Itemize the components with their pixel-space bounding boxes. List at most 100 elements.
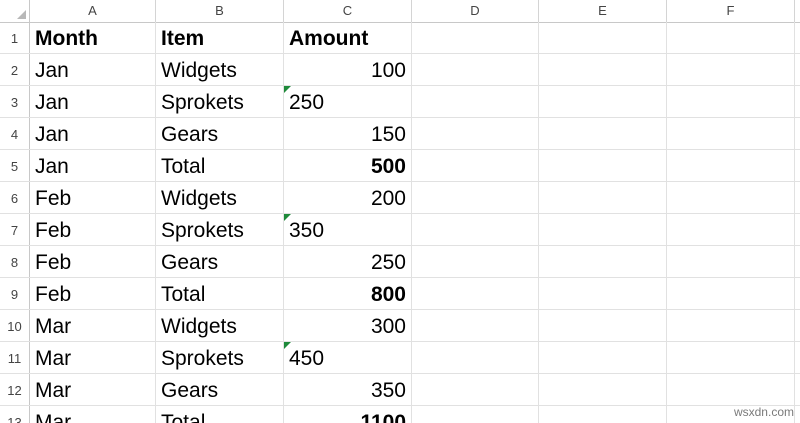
- cell-item[interactable]: Total: [156, 278, 284, 309]
- empty-cell[interactable]: [795, 214, 800, 245]
- empty-cell[interactable]: [539, 278, 667, 309]
- cell-item[interactable]: Widgets: [156, 310, 284, 341]
- row-header[interactable]: 9: [0, 278, 30, 309]
- empty-cell[interactable]: [412, 406, 539, 423]
- cell-amount[interactable]: 350: [284, 374, 412, 405]
- empty-cell[interactable]: [795, 246, 800, 277]
- empty-cell[interactable]: [667, 374, 795, 405]
- empty-cell[interactable]: [412, 278, 539, 309]
- cell-month[interactable]: Mar: [30, 374, 156, 405]
- empty-cell[interactable]: [412, 374, 539, 405]
- empty-cell[interactable]: [412, 246, 539, 277]
- cell-item[interactable]: Gears: [156, 374, 284, 405]
- select-all-button[interactable]: [0, 0, 30, 22]
- empty-cell[interactable]: [795, 22, 800, 53]
- empty-cell[interactable]: [795, 278, 800, 309]
- empty-cell[interactable]: [795, 342, 800, 373]
- empty-cell[interactable]: [539, 406, 667, 423]
- spreadsheet-grid[interactable]: A B C D E F 1 Month Item Amount 2 Jan Widgets 1…: [0, 0, 800, 423]
- cell-amount[interactable]: 800: [284, 278, 412, 309]
- empty-cell[interactable]: [412, 342, 539, 373]
- cell-month[interactable]: Mar: [30, 342, 156, 373]
- row-header[interactable]: 13: [0, 406, 30, 423]
- cell-item[interactable]: Gears: [156, 246, 284, 277]
- row-header[interactable]: 1: [0, 22, 30, 53]
- cell-item[interactable]: Widgets: [156, 54, 284, 85]
- empty-cell[interactable]: [539, 150, 667, 181]
- row-header[interactable]: 7: [0, 214, 30, 245]
- empty-cell[interactable]: [539, 22, 667, 53]
- number-stored-as-text-indicator-icon[interactable]: [284, 86, 291, 93]
- empty-cell[interactable]: [667, 150, 795, 181]
- empty-cell[interactable]: [412, 310, 539, 341]
- cell-amount[interactable]: 300: [284, 310, 412, 341]
- cell-item[interactable]: Sprokets: [156, 214, 284, 245]
- cell-amount[interactable]: 200: [284, 182, 412, 213]
- cell-amount[interactable]: 250: [284, 86, 412, 117]
- empty-cell[interactable]: [795, 374, 800, 405]
- empty-cell[interactable]: [412, 182, 539, 213]
- column-header-b[interactable]: B: [156, 0, 284, 22]
- cell-item[interactable]: Sprokets: [156, 342, 284, 373]
- cell-amount[interactable]: 150: [284, 118, 412, 149]
- cell-item[interactable]: Sprokets: [156, 86, 284, 117]
- column-header-c[interactable]: C: [284, 0, 412, 22]
- empty-cell[interactable]: [539, 214, 667, 245]
- row-header[interactable]: 3: [0, 86, 30, 117]
- empty-cell[interactable]: [795, 406, 800, 423]
- row-header[interactable]: 10: [0, 310, 30, 341]
- cell-item[interactable]: Gears: [156, 118, 284, 149]
- cell-month[interactable]: Feb: [30, 214, 156, 245]
- empty-cell[interactable]: [539, 86, 667, 117]
- empty-cell[interactable]: [795, 182, 800, 213]
- empty-cell[interactable]: [412, 54, 539, 85]
- empty-cell[interactable]: [795, 54, 800, 85]
- column-header-f[interactable]: F: [667, 0, 795, 22]
- number-stored-as-text-indicator-icon[interactable]: [284, 214, 291, 221]
- cell-item[interactable]: Widgets: [156, 182, 284, 213]
- empty-cell[interactable]: [667, 182, 795, 213]
- row-header[interactable]: 11: [0, 342, 30, 373]
- cell-item[interactable]: Total: [156, 406, 284, 423]
- empty-cell[interactable]: [667, 310, 795, 341]
- empty-cell[interactable]: [667, 22, 795, 53]
- cell-month[interactable]: Jan: [30, 118, 156, 149]
- cell-item[interactable]: Total: [156, 150, 284, 181]
- cell-amount[interactable]: 250: [284, 246, 412, 277]
- empty-cell[interactable]: [667, 86, 795, 117]
- empty-cell[interactable]: [795, 86, 800, 117]
- empty-cell[interactable]: [667, 118, 795, 149]
- cell-amount[interactable]: 450: [284, 342, 412, 373]
- empty-cell[interactable]: [667, 246, 795, 277]
- cell-month[interactable]: Jan: [30, 54, 156, 85]
- empty-cell[interactable]: [412, 118, 539, 149]
- cell-amount[interactable]: Amount: [284, 22, 412, 53]
- cell-amount[interactable]: 350: [284, 214, 412, 245]
- empty-cell[interactable]: [539, 54, 667, 85]
- cell-month[interactable]: Feb: [30, 182, 156, 213]
- column-header-d[interactable]: D: [412, 0, 539, 22]
- row-header[interactable]: 4: [0, 118, 30, 149]
- cell-amount[interactable]: 500: [284, 150, 412, 181]
- empty-cell[interactable]: [412, 86, 539, 117]
- empty-cell[interactable]: [412, 150, 539, 181]
- empty-cell[interactable]: [539, 246, 667, 277]
- row-header[interactable]: 8: [0, 246, 30, 277]
- number-stored-as-text-indicator-icon[interactable]: [284, 342, 291, 349]
- cell-month[interactable]: Mar: [30, 310, 156, 341]
- empty-cell[interactable]: [539, 374, 667, 405]
- empty-cell[interactable]: [539, 342, 667, 373]
- row-header[interactable]: 2: [0, 54, 30, 85]
- empty-cell[interactable]: [539, 182, 667, 213]
- cell-item[interactable]: Item: [156, 22, 284, 53]
- empty-cell[interactable]: [667, 54, 795, 85]
- empty-cell[interactable]: [667, 214, 795, 245]
- empty-cell[interactable]: [539, 118, 667, 149]
- empty-cell[interactable]: [795, 150, 800, 181]
- cell-amount[interactable]: 100: [284, 54, 412, 85]
- cell-month[interactable]: Jan: [30, 86, 156, 117]
- cell-month[interactable]: Month: [30, 22, 156, 53]
- column-header-e[interactable]: E: [539, 0, 667, 22]
- row-header[interactable]: 6: [0, 182, 30, 213]
- empty-cell[interactable]: [795, 310, 800, 341]
